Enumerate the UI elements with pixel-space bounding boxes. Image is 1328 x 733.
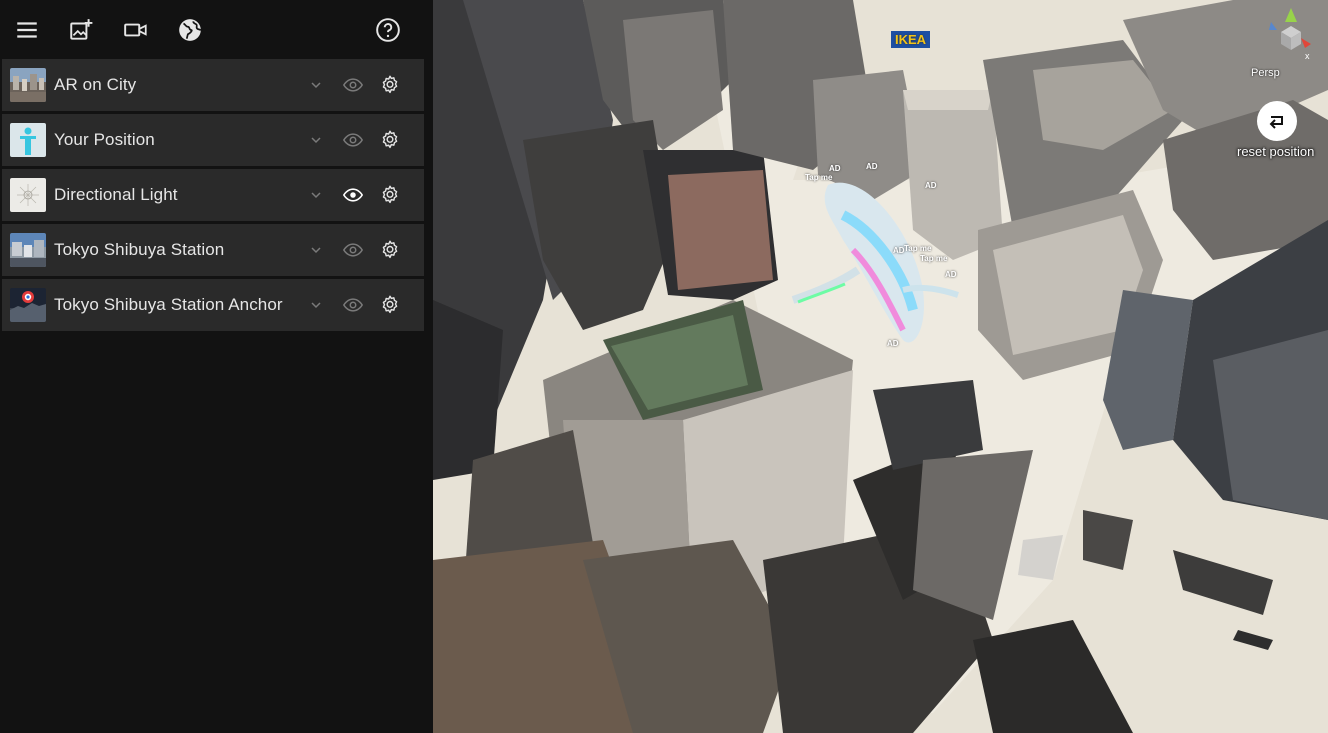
view-orientation-gizmo-icon[interactable]: x	[1261, 4, 1321, 62]
tap-me-tag[interactable]: Tap me	[904, 244, 931, 253]
layer-label: Tokyo Shibuya Station Anchor	[54, 295, 283, 314]
settings-gear-icon[interactable]	[380, 295, 400, 315]
city-photo-thumbnail	[10, 68, 46, 102]
visibility-eye-icon[interactable]	[343, 241, 363, 259]
layer-label: Tokyo Shibuya Station	[54, 240, 225, 259]
ikea-billboard: IKEA	[891, 31, 931, 48]
settings-gear-icon[interactable]	[380, 75, 400, 95]
projection-label[interactable]: Persp	[1251, 67, 1280, 79]
visibility-eye-icon[interactable]	[343, 131, 363, 149]
person-figure-thumbnail	[10, 123, 46, 157]
anchor-pin-thumbnail	[10, 288, 46, 322]
return-arrow-icon	[1269, 116, 1283, 129]
tap-me-tag[interactable]: Tap me	[920, 254, 947, 263]
menu-icon[interactable]	[13, 16, 41, 44]
layer-row-ar-on-city[interactable]: AR on City	[2, 59, 424, 111]
chevron-down-icon[interactable]	[308, 297, 324, 313]
add-image-icon[interactable]	[67, 16, 95, 44]
city-3d-viewport[interactable]: AD AD AD AD AD AD Tap me Tap me Tap me I…	[433, 0, 1328, 733]
chevron-down-icon[interactable]	[308, 187, 324, 203]
settings-gear-icon[interactable]	[380, 240, 400, 260]
visibility-eye-icon[interactable]	[343, 76, 363, 94]
reset-position-label: reset position	[1237, 144, 1315, 159]
chevron-down-icon[interactable]	[308, 132, 324, 148]
tap-me-tag[interactable]: Tap me	[805, 173, 832, 182]
visibility-eye-icon[interactable]	[343, 186, 363, 204]
layer-panel: AR on City Your Position Directional Lig…	[0, 0, 433, 733]
reset-position-button[interactable]	[1257, 101, 1297, 141]
ad-tag[interactable]: AD	[866, 162, 878, 171]
globe-icon[interactable]	[176, 16, 204, 44]
toolbar	[0, 0, 433, 60]
ad-tag[interactable]: AD	[887, 339, 899, 348]
settings-gear-icon[interactable]	[380, 185, 400, 205]
ad-tag[interactable]: AD	[925, 181, 937, 190]
ad-tag[interactable]: AD	[945, 270, 957, 279]
svg-text:x: x	[1305, 51, 1310, 61]
help-icon[interactable]	[374, 16, 402, 44]
chevron-down-icon[interactable]	[308, 242, 324, 258]
layer-row-directional-light[interactable]: Directional Light	[2, 169, 424, 221]
video-camera-icon[interactable]	[122, 16, 150, 44]
layer-label: Directional Light	[54, 185, 178, 204]
visibility-eye-icon[interactable]	[343, 296, 363, 314]
light-grid-thumbnail	[10, 178, 46, 212]
ad-tag[interactable]: AD	[893, 246, 905, 255]
layer-label: Your Position	[54, 130, 155, 149]
layer-row-tokyo-shibuya-station[interactable]: Tokyo Shibuya Station	[2, 224, 424, 276]
layer-row-your-position[interactable]: Your Position	[2, 114, 424, 166]
layer-row-tokyo-shibuya-station-anchor[interactable]: Tokyo Shibuya Station Anchor	[2, 279, 424, 331]
layer-list: AR on City Your Position Directional Lig…	[2, 59, 424, 334]
city-scene	[433, 0, 1328, 733]
station-photo-thumbnail	[10, 233, 46, 267]
chevron-down-icon[interactable]	[308, 77, 324, 93]
settings-gear-icon[interactable]	[380, 130, 400, 150]
layer-label: AR on City	[54, 75, 137, 94]
ad-tag[interactable]: AD	[829, 164, 841, 173]
